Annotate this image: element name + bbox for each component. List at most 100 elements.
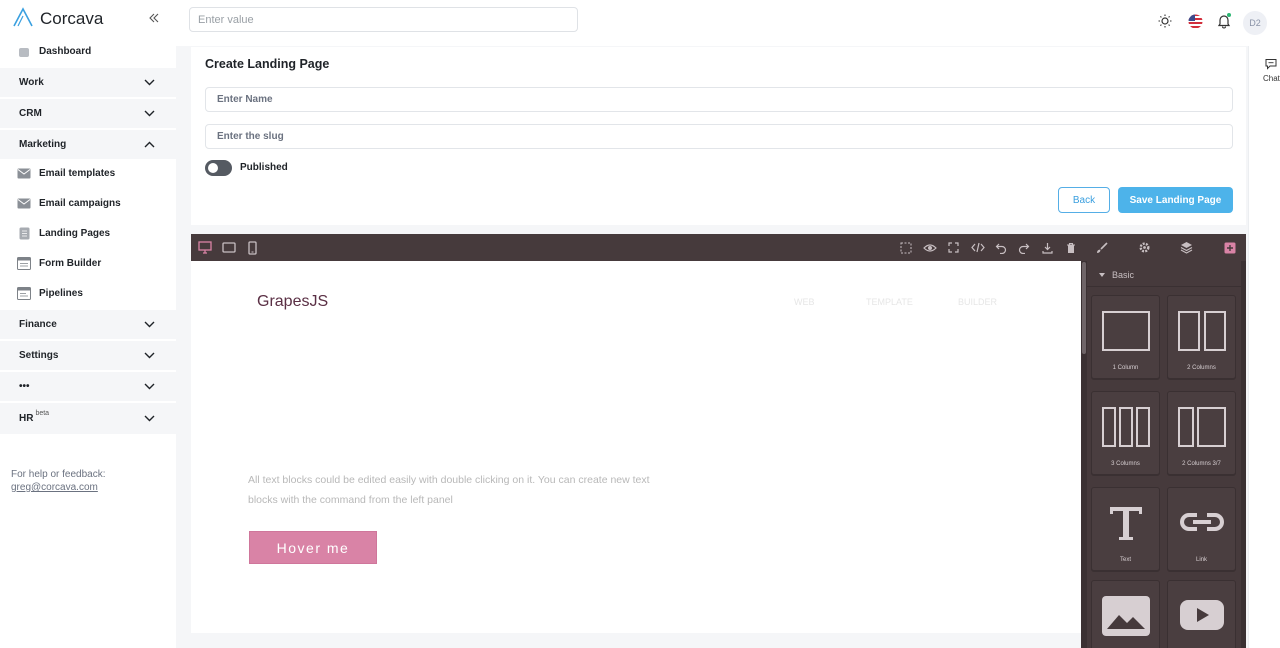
theme-toggle-icon[interactable] (1155, 11, 1175, 31)
blocks-panel-scrollbar[interactable] (1241, 261, 1246, 648)
name-input[interactable] (205, 87, 1233, 112)
blocks-add-icon[interactable] (1222, 240, 1237, 255)
sidebar-group-label: Marketing (19, 139, 67, 150)
sidebar-group-label: Finance (19, 319, 57, 330)
search-input[interactable] (189, 7, 578, 32)
canvas-logo[interactable]: GrapesJS (257, 293, 328, 311)
slug-input[interactable] (205, 124, 1233, 149)
block-2-columns-3-7[interactable]: 2 Columns 3/7 (1167, 391, 1236, 475)
redo-icon[interactable] (1016, 240, 1031, 255)
device-desktop-icon[interactable] (197, 240, 212, 255)
block-image[interactable] (1091, 580, 1160, 648)
sidebar-group-crm[interactable]: CRM (0, 99, 176, 128)
sidebar-item-dashboard[interactable]: Dashboard (0, 37, 176, 66)
sidebar-item-landing-pages[interactable]: Landing Pages (0, 219, 176, 248)
sidebar-group-finance[interactable]: Finance (0, 310, 176, 339)
link-icon (1179, 513, 1224, 531)
caret-down-icon (1099, 273, 1105, 277)
canvas-menu-item-web[interactable]: WEB (794, 297, 815, 307)
avatar[interactable]: D2 (1243, 11, 1267, 35)
sidebar-item-email-campaigns[interactable]: Email campaigns (0, 189, 176, 218)
chevron-down-icon (144, 352, 155, 359)
chevron-down-icon (144, 415, 155, 422)
editor-toolbar (191, 234, 1246, 261)
mail-icon (17, 197, 31, 211)
form-icon (17, 257, 31, 271)
sidebar-item-label: Landing Pages (39, 228, 111, 239)
sidebar-item-label: Form Builder (39, 258, 102, 269)
style-manager-brush-icon[interactable] (1094, 240, 1109, 255)
settings-gear-icon[interactable] (1137, 240, 1152, 255)
device-tablet-icon[interactable] (221, 240, 236, 255)
code-view-icon[interactable] (970, 240, 985, 255)
text-icon (1109, 507, 1142, 540)
block-video[interactable] (1167, 580, 1236, 648)
chevron-down-icon (144, 110, 155, 117)
help-feedback: For help or feedback: greg@corcava.com (11, 468, 106, 494)
block-1-column[interactable]: 1 Column (1091, 295, 1160, 379)
pipeline-icon (17, 287, 31, 301)
blocks-panel: Basic 1 Column 2 Columns 3 Columns 2 Col… (1087, 261, 1246, 648)
sidebar-item-label: Dashboard (39, 46, 92, 57)
block-label: 2 Columns (1187, 365, 1216, 371)
document-icon (17, 227, 31, 241)
device-mobile-icon[interactable] (245, 240, 260, 255)
beta-badge: beta (35, 410, 50, 417)
fullscreen-icon[interactable] (946, 240, 961, 255)
undo-icon[interactable] (993, 240, 1008, 255)
sidebar-item-label: Pipelines (39, 288, 83, 299)
sidebar-item-label: Email campaigns (39, 198, 121, 209)
sidebar-group-label: CRM (19, 108, 42, 119)
layer-manager-icon[interactable] (1179, 240, 1194, 255)
page-title: Create Landing Page (205, 57, 330, 71)
brand[interactable]: Corcava (12, 6, 103, 32)
chat-tab[interactable]: Chat (1248, 46, 1280, 648)
block-2-columns[interactable]: 2 Columns (1167, 295, 1236, 379)
sidebar-group-marketing[interactable]: Marketing (0, 130, 176, 159)
collapse-sidebar-icon[interactable] (147, 11, 161, 25)
editor-canvas[interactable]: GrapesJS WEB TEMPLATE BUILDER All text b… (191, 261, 1081, 633)
sidebar-item-pipelines[interactable]: Pipelines (0, 279, 176, 308)
canvas-bottom-strip (191, 633, 1081, 648)
notification-bell-icon[interactable] (1214, 11, 1234, 31)
sidebar-group-settings[interactable]: Settings (0, 341, 176, 370)
video-play-icon (1179, 600, 1224, 630)
sidebar-group-label: Work (19, 77, 44, 88)
published-toggle[interactable] (205, 160, 232, 176)
two-columns-3-7-icon (1177, 407, 1226, 447)
sidebar-group-hr[interactable]: HR beta (0, 403, 176, 434)
preview-eye-icon[interactable] (922, 240, 937, 255)
corcava-logo-icon (12, 6, 34, 32)
language-flag-icon[interactable] (1185, 11, 1205, 31)
component-outline-icon[interactable] (898, 240, 913, 255)
sidebar-group-label: HR (19, 413, 34, 424)
block-label: 1 Column (1112, 365, 1139, 371)
sidebar-group-more[interactable]: ••• (0, 372, 176, 401)
canvas-menu-item-builder[interactable]: BUILDER (958, 297, 997, 307)
back-button[interactable]: Back (1058, 187, 1110, 213)
block-3-columns[interactable]: 3 Columns (1091, 391, 1160, 475)
download-icon[interactable] (1040, 240, 1055, 255)
image-icon (1101, 596, 1150, 636)
save-landing-page-button[interactable]: Save Landing Page (1118, 187, 1233, 213)
blocks-category-header[interactable]: Basic (1087, 261, 1241, 287)
canvas-scrollbar-thumb[interactable] (1082, 262, 1086, 354)
sidebar-group-label: ••• (19, 381, 30, 392)
canvas-text-block[interactable]: All text blocks could be edited easily w… (248, 470, 678, 510)
block-text[interactable]: Text (1091, 487, 1160, 571)
sidebar-item-email-templates[interactable]: Email templates (0, 159, 176, 188)
help-email-link[interactable]: greg@corcava.com (11, 481, 106, 494)
canvas-menu-item-template[interactable]: TEMPLATE (866, 297, 913, 307)
block-label: Link (1195, 557, 1207, 563)
sidebar-item-form-builder[interactable]: Form Builder (0, 249, 176, 278)
mail-icon (17, 167, 31, 181)
sidebar: Corcava Dashboard Work CRM Marketing Ema… (0, 0, 176, 648)
two-columns-icon (1177, 311, 1226, 351)
sidebar-item-label: Email templates (39, 168, 116, 179)
create-landing-page-card: Create Landing Page Published Back Save … (191, 47, 1246, 225)
trash-icon[interactable] (1063, 240, 1078, 255)
sidebar-group-work[interactable]: Work (0, 68, 176, 97)
canvas-hover-button[interactable]: Hover me (249, 531, 377, 564)
chevron-down-icon (144, 79, 155, 86)
block-link[interactable]: Link (1167, 487, 1236, 571)
